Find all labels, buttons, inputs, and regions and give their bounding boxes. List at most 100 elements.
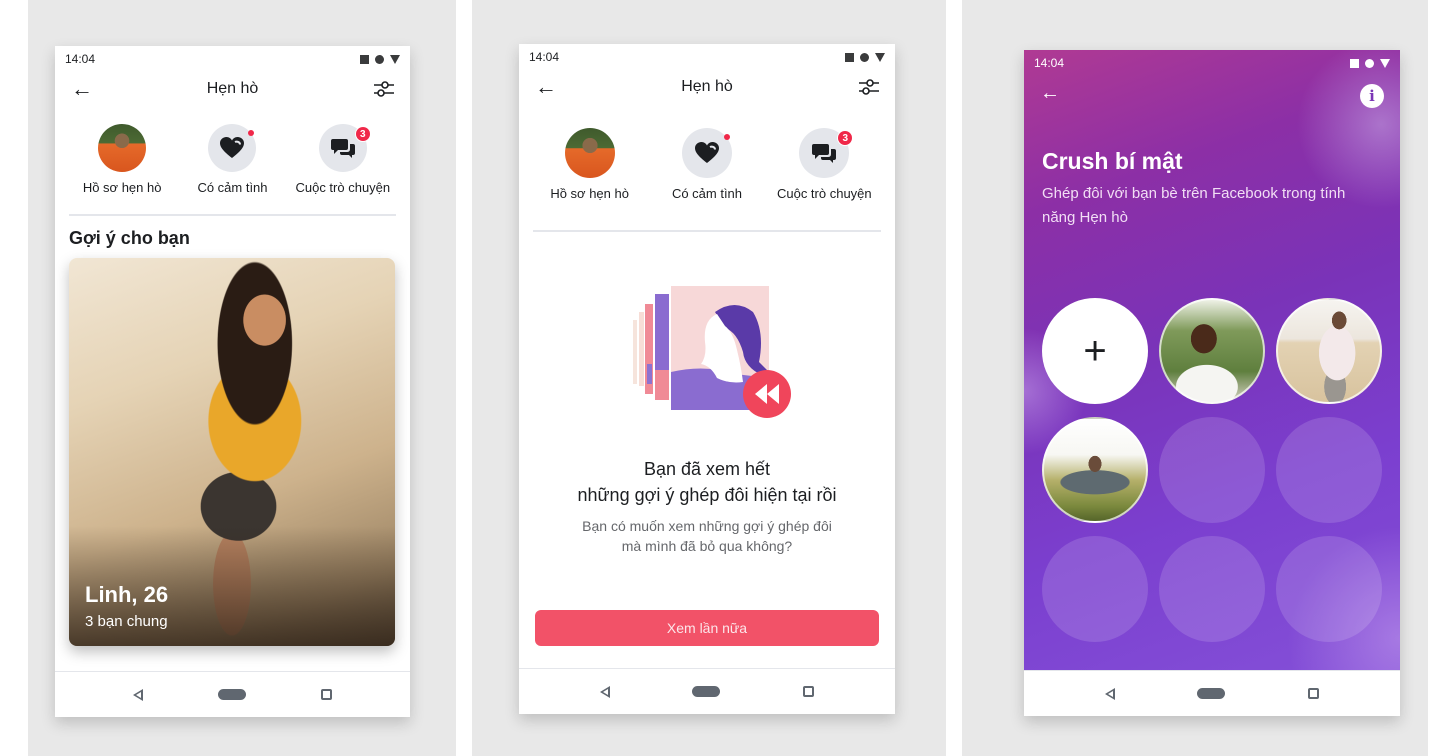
android-nav-bar [1024, 670, 1400, 716]
info-icon[interactable]: i [1360, 84, 1384, 108]
shortcut-dating-profile[interactable]: Hồ sơ hẹn hò [535, 128, 645, 202]
notification-dot-icon [375, 54, 384, 64]
nav-back-icon[interactable] [1105, 687, 1116, 700]
shortcut-dating-profile[interactable]: Hồ sơ hẹn hò [67, 124, 177, 196]
phone-screen-secret-crush: 14:04 ← i Crush bí mật Ghép đôi với bạn … [1024, 50, 1400, 716]
heart-icon [694, 142, 719, 163]
shortcut-label: Có cảm tình [197, 180, 268, 195]
crush-slots-grid: + [1042, 298, 1382, 642]
screenshot-panel-empty-state: 14:04 ← Hẹn hò Hồ sơ hẹn hò Có cảm tình … [472, 0, 946, 756]
status-time: 14:04 [1034, 56, 1065, 70]
view-again-button[interactable]: Xem lần nữa [535, 610, 879, 646]
shortcut-label: Hồ sơ hẹn hò [82, 180, 162, 195]
chat-bubbles-icon [330, 139, 355, 158]
sliders-filter-icon[interactable] [372, 78, 396, 100]
shortcut-conversations[interactable]: 3 Cuộc trò chuyện [288, 124, 398, 196]
page-title: Hẹn hò [206, 80, 259, 97]
back-arrow-icon[interactable]: ← [71, 76, 93, 102]
new-like-indicator [248, 130, 255, 136]
new-like-indicator [723, 134, 730, 140]
nav-home-icon[interactable] [217, 689, 246, 700]
unread-count-badge: 3 [354, 126, 371, 142]
empty-crush-slot[interactable] [1159, 417, 1265, 523]
wifi-signal-icon [390, 54, 400, 64]
screenshot-panel-suggestions: 14:04 ← Hẹn hò Hồ sơ hẹn hò Có cảm tình … [28, 0, 456, 756]
profile-name-age: Linh, 26 [85, 582, 169, 607]
shortcut-conversations[interactable]: 3 Cuộc trò chuyện [769, 128, 879, 202]
status-icons [1350, 58, 1390, 68]
nav-home-icon[interactable] [1197, 688, 1226, 699]
status-icons [360, 54, 400, 64]
chat-icon-circle: 3 [799, 128, 854, 178]
empty-state-description: Bạn có muốn xem những gợi ý ghép đôi mà … [519, 516, 895, 556]
notification-dot-icon [1365, 58, 1374, 68]
nav-back-icon[interactable] [132, 688, 143, 701]
shortcut-label: Cuộc trò chuyện [776, 186, 872, 201]
empty-crush-slot[interactable] [1276, 417, 1382, 523]
phone-screen-suggestions: 14:04 ← Hẹn hò Hồ sơ hẹn hò Có cảm tình … [55, 46, 410, 717]
dating-shortcuts: Hồ sơ hẹn hò Có cảm tình 3 Cuộc trò chuy… [519, 128, 895, 202]
nav-recents-icon[interactable] [321, 689, 333, 700]
app-bar: ← Hẹn hò [519, 72, 895, 102]
add-crush-button[interactable]: + [1042, 298, 1148, 404]
android-nav-bar [519, 668, 895, 714]
empty-crush-slot[interactable] [1276, 536, 1382, 642]
status-time: 14:04 [65, 52, 96, 66]
nav-back-icon[interactable] [600, 685, 611, 698]
android-nav-bar [55, 671, 410, 717]
page-subtitle: Ghép đôi với bạn bè trên Facebook trong … [1042, 185, 1346, 226]
notification-dot-icon [860, 52, 869, 62]
crush-friend-avatar[interactable] [1276, 298, 1382, 404]
nav-home-icon[interactable] [692, 686, 721, 697]
empty-title-line-2: những gợi ý ghép đôi hiện tại rồi [577, 485, 837, 505]
divider [533, 230, 881, 232]
profile-avatar [98, 124, 147, 172]
heart-icon-circle [208, 124, 257, 172]
phone-screen-empty-state: 14:04 ← Hẹn hò Hồ sơ hẹn hò Có cảm tình … [519, 44, 895, 714]
crush-friend-avatar[interactable] [1042, 417, 1148, 523]
dating-shortcuts: Hồ sơ hẹn hò Có cảm tình 3 Cuộc trò chuy… [55, 124, 410, 196]
shortcut-label: Cuộc trò chuyện [295, 180, 391, 195]
heart-icon [220, 137, 245, 158]
section-title: Gợi ý cho bạn [69, 228, 190, 248]
crush-friend-avatar[interactable] [1159, 298, 1265, 404]
back-arrow-icon[interactable]: ← [1040, 82, 1060, 105]
notification-square-icon [845, 52, 854, 62]
empty-state-title: Bạn đã xem hết những gợi ý ghép đôi hiện… [519, 456, 895, 508]
app-bar: ← Hẹn hò [55, 74, 410, 104]
empty-sub-line-1: Bạn có muốn xem những gợi ý ghép đôi [582, 518, 832, 534]
status-icons [845, 52, 885, 62]
shortcut-likes[interactable]: Có cảm tình [177, 124, 287, 196]
page-title: Hẹn hò [681, 78, 733, 95]
shortcut-likes[interactable]: Có cảm tình [652, 128, 762, 202]
notification-square-icon [1350, 58, 1359, 68]
page-title: Crush bí mật [1042, 148, 1183, 174]
back-arrow-icon[interactable]: ← [535, 74, 557, 100]
suggested-profile-card[interactable]: Linh, 26 3 bạn chung [69, 258, 395, 646]
shortcut-label: Có cảm tình [671, 186, 743, 201]
profile-avatar [564, 128, 615, 178]
wifi-signal-icon [875, 52, 885, 62]
status-bar: 14:04 [55, 46, 410, 72]
mutual-friends: 3 bạn chung [85, 613, 168, 630]
screenshot-panel-secret-crush: 14:04 ← i Crush bí mật Ghép đôi với bạn … [962, 0, 1428, 756]
sliders-filter-icon[interactable] [857, 76, 881, 98]
divider [69, 214, 396, 216]
chat-bubbles-icon [812, 144, 837, 163]
chat-icon-circle: 3 [318, 124, 371, 172]
empty-crush-slot[interactable] [1159, 536, 1265, 642]
empty-title-line-1: Bạn đã xem hết [643, 459, 771, 479]
notification-square-icon [360, 54, 369, 64]
status-bar: 14:04 [519, 44, 895, 70]
status-time: 14:04 [529, 50, 560, 64]
shortcut-label: Hồ sơ hẹn hò [550, 186, 629, 201]
heart-icon-circle [681, 128, 732, 178]
nav-recents-icon[interactable] [1307, 688, 1319, 699]
plus-icon: + [1083, 328, 1107, 373]
unread-count-badge: 3 [837, 130, 854, 146]
rewind-illustration [633, 286, 791, 418]
nav-recents-icon[interactable] [802, 686, 814, 697]
empty-crush-slot[interactable] [1042, 536, 1148, 642]
empty-sub-line-2: mà mình đã bỏ qua không? [621, 538, 793, 554]
wifi-signal-icon [1380, 58, 1390, 68]
